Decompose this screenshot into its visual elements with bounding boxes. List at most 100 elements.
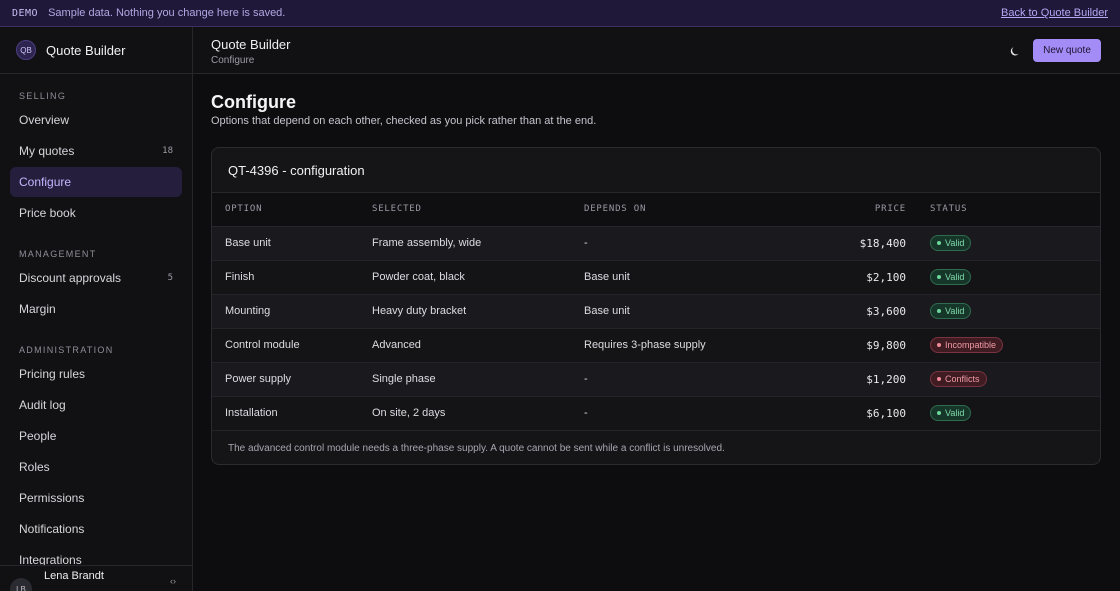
configuration-table: OPTION SELECTED DEPENDS ON PRICE STATUS … <box>212 193 1100 431</box>
sidebar-item-price-book[interactable]: Price book <box>10 198 182 228</box>
conflict-note: The advanced control module needs a thre… <box>228 442 725 454</box>
sidebar-item-label: People <box>19 429 57 443</box>
table-row[interactable]: Mounting Heavy duty bracket Base unit $3… <box>212 294 1100 329</box>
sidebar-item-my-quotes[interactable]: My quotes 18 <box>10 136 182 166</box>
sidebar-item-label: Audit log <box>19 398 66 412</box>
cell-selected: Advanced <box>372 328 584 363</box>
top-header: Quote Builder Configure New quote <box>193 27 1120 74</box>
table-row[interactable]: Base unit Frame assembly, wide - $18,400… <box>212 226 1100 261</box>
status-dot-icon <box>937 377 941 381</box>
cell-depends-on: Base unit <box>584 294 796 329</box>
status-label: Conflicts <box>945 374 980 384</box>
status-label: Valid <box>945 408 965 418</box>
cell-status: Valid <box>906 294 1100 329</box>
sidebar-item-label: Notifications <box>19 522 85 536</box>
sidebar-item-people[interactable]: People <box>10 421 182 451</box>
sidebar-item-label: Price book <box>19 206 76 220</box>
header-title: Quote Builder <box>211 37 291 52</box>
cell-selected: Frame assembly, wide <box>372 226 584 261</box>
cell-price: $2,100 <box>796 260 906 295</box>
cell-depends-on: - <box>584 226 796 261</box>
sidebar-item-label: Pricing rules <box>19 367 86 381</box>
brand[interactable]: QB Quote Builder <box>0 27 192 74</box>
nav-section-administration: ADMINISTRATION <box>19 345 114 355</box>
cell-price: $9,800 <box>796 328 906 363</box>
sidebar-item-margin[interactable]: Margin <box>10 294 182 324</box>
column-header-status[interactable]: STATUS <box>906 193 1100 227</box>
table-row[interactable]: Power supply Single phase - $1,200 Confl… <box>212 362 1100 397</box>
status-dot-icon <box>937 275 941 279</box>
sidebar-item-label: My quotes <box>19 144 75 158</box>
cell-price: $6,100 <box>796 396 906 431</box>
brand-name: Quote Builder <box>46 42 126 58</box>
sidebar-item-pricing-rules[interactable]: Pricing rules <box>10 359 182 389</box>
brand-logo: QB <box>16 40 36 60</box>
cell-selected: On site, 2 days <box>372 396 584 431</box>
sidebar-item-label: Overview <box>19 113 70 127</box>
chevrons-icon[interactable]: ‹› <box>170 576 176 586</box>
cell-price: $18,400 <box>796 226 906 261</box>
sidebar-item-count: 18 <box>162 146 173 156</box>
sidebar-item-discount-approvals[interactable]: Discount approvals 5 <box>10 263 182 293</box>
cell-selected: Single phase <box>372 362 584 397</box>
table-header-row: OPTION SELECTED DEPENDS ON PRICE STATUS <box>212 193 1100 227</box>
column-header-option[interactable]: OPTION <box>212 193 372 227</box>
column-header-depends-on[interactable]: DEPENDS ON <box>584 193 796 227</box>
status-label: Valid <box>945 272 965 282</box>
card-title: QT-4396 - configuration <box>228 162 365 178</box>
sidebar-item-label: Permissions <box>19 491 85 505</box>
column-header-price[interactable]: PRICE <box>796 193 906 227</box>
sidebar-item-permissions[interactable]: Permissions <box>10 483 182 513</box>
sidebar-item-roles[interactable]: Roles <box>10 452 182 482</box>
nav-section-management: MANAGEMENT <box>19 249 97 259</box>
cell-status: Valid <box>906 396 1100 431</box>
breadcrumb: Configure <box>211 55 255 66</box>
status-badge: Valid <box>930 405 972 421</box>
table-row[interactable]: Control module Advanced Requires 3-phase… <box>212 328 1100 363</box>
sidebar-item-notifications[interactable]: Notifications <box>10 514 182 544</box>
cell-option: Finish <box>212 260 372 295</box>
page-title: Configure <box>211 92 296 112</box>
sidebar-item-audit-log[interactable]: Audit log <box>10 390 182 420</box>
user-bar[interactable]: LB Lena Brandt ‹› <box>0 565 192 591</box>
sidebar-item-label: Discount approvals <box>19 271 122 285</box>
sidebar-item-label: Configure <box>19 175 72 189</box>
status-badge: Conflicts <box>930 371 987 387</box>
cell-status: Valid <box>906 226 1100 261</box>
cell-price: $1,200 <box>796 362 906 397</box>
back-to-quote-builder-link[interactable]: Back to Quote Builder <box>1001 7 1108 19</box>
cell-price: $3,600 <box>796 294 906 329</box>
cell-option: Base unit <box>212 226 372 261</box>
status-badge: Incompatible <box>930 337 1004 353</box>
status-label: Incompatible <box>945 340 997 350</box>
card-header: QT-4396 - configuration <box>212 148 1100 193</box>
cell-selected: Heavy duty bracket <box>372 294 584 329</box>
sidebar-item-label: Margin <box>19 302 56 316</box>
nav-section-selling: SELLING <box>19 91 67 101</box>
table-row[interactable]: Installation On site, 2 days - $6,100 Va… <box>212 396 1100 431</box>
cell-depends-on: - <box>584 396 796 431</box>
status-badge: Valid <box>930 235 972 251</box>
status-dot-icon <box>937 411 941 415</box>
cell-option: Power supply <box>212 362 372 397</box>
status-label: Valid <box>945 306 965 316</box>
cell-option: Installation <box>212 396 372 431</box>
moon-icon[interactable] <box>1010 45 1022 57</box>
sidebar-item-overview[interactable]: Overview <box>10 105 182 135</box>
sidebar: QB Quote Builder SELLING Overview My quo… <box>0 27 193 591</box>
status-dot-icon <box>937 343 941 347</box>
sidebar-item-configure[interactable]: Configure <box>10 167 182 197</box>
column-header-selected[interactable]: SELECTED <box>372 193 584 227</box>
cell-option: Mounting <box>212 294 372 329</box>
status-dot-icon <box>937 309 941 313</box>
cell-depends-on: Base unit <box>584 260 796 295</box>
cell-status: Valid <box>906 260 1100 295</box>
table-row[interactable]: Finish Powder coat, black Base unit $2,1… <box>212 260 1100 295</box>
page-subtitle: Options that depend on each other, check… <box>211 115 597 127</box>
sidebar-item-label: Roles <box>19 460 50 474</box>
cell-selected: Powder coat, black <box>372 260 584 295</box>
user-name: Lena Brandt <box>44 570 104 582</box>
new-quote-button[interactable]: New quote <box>1033 39 1101 62</box>
cell-depends-on: - <box>584 362 796 397</box>
sidebar-item-count: 5 <box>167 273 173 283</box>
